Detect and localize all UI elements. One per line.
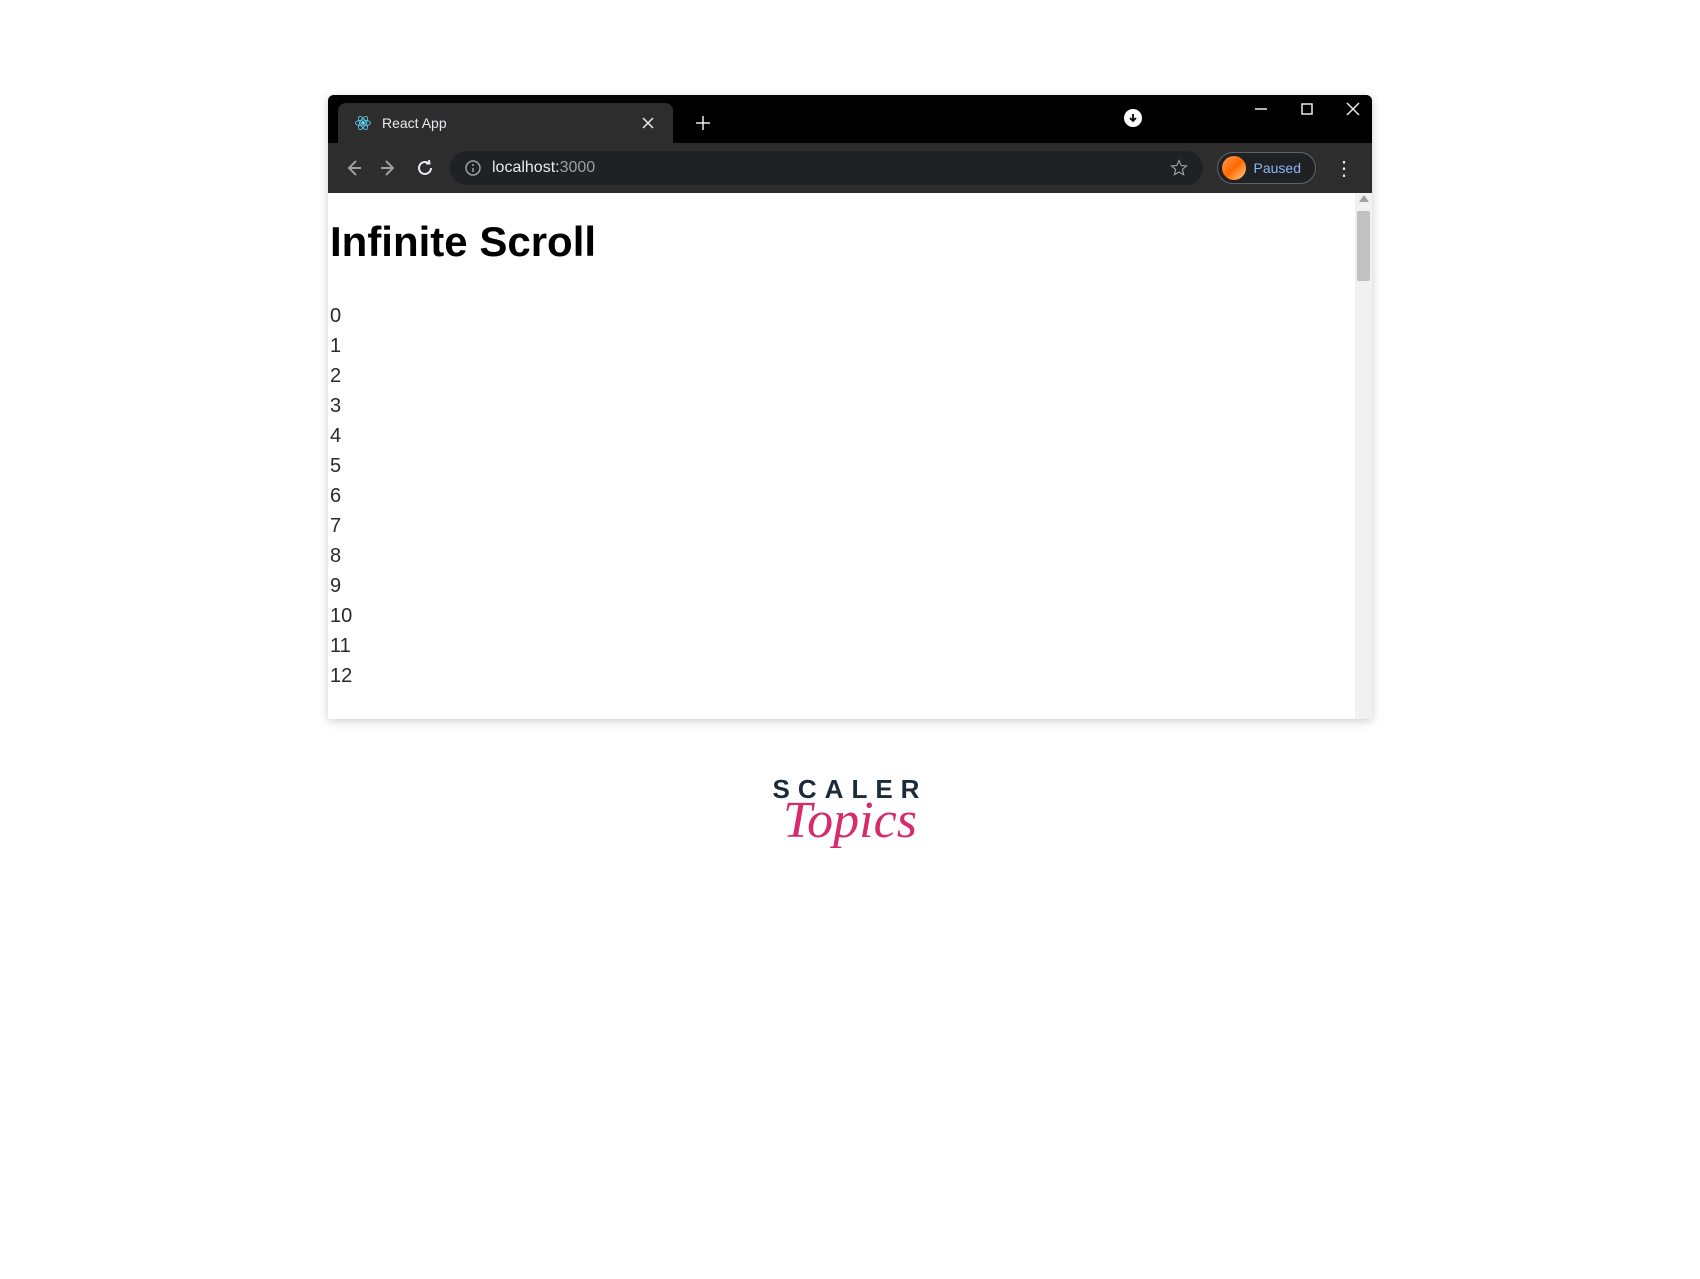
list-item: 1 [328,331,1355,361]
bookmark-star-icon[interactable] [1169,158,1189,178]
profile-chip[interactable]: Paused [1217,152,1316,184]
list-item: 5 [328,451,1355,481]
avatar [1222,156,1246,180]
list-item: 12 [328,661,1355,691]
list-item: 4 [328,421,1355,451]
maximize-icon[interactable] [1298,100,1316,118]
url-port: 3000 [560,159,596,176]
page-content: Infinite Scroll 0 1 2 3 4 5 6 7 8 9 10 1… [328,193,1355,719]
titlebar: React App [328,95,1372,143]
page-title: Infinite Scroll [328,218,1355,266]
address-bar[interactable]: localhost:3000 [450,151,1203,185]
close-window-icon[interactable] [1344,100,1362,118]
list-item: 0 [328,301,1355,331]
forward-icon[interactable] [378,157,400,179]
list-item: 8 [328,541,1355,571]
new-tab-button[interactable] [688,103,718,143]
tab-title: React App [382,115,629,131]
watermark-line2: Topics [773,791,928,850]
list-item: 7 [328,511,1355,541]
browser-window: React App [328,95,1372,719]
scroll-up-icon[interactable] [1359,195,1369,202]
list-item: 2 [328,361,1355,391]
url-text: localhost:3000 [492,159,595,177]
back-icon[interactable] [342,157,364,179]
tab-close-icon[interactable] [639,114,657,132]
watermark-logo: SCALER Topics [773,774,928,850]
react-favicon-icon [354,114,372,132]
list-item: 3 [328,391,1355,421]
browser-tab[interactable]: React App [338,103,673,143]
list-item: 9 [328,571,1355,601]
scrollbar[interactable] [1355,193,1372,719]
profile-label: Paused [1254,160,1301,176]
downloads-icon[interactable] [1124,109,1142,127]
site-info-icon[interactable] [464,159,482,177]
toolbar: localhost:3000 Paused ⋮ [328,143,1372,193]
minimize-icon[interactable] [1252,100,1270,118]
url-host: localhost: [492,159,560,176]
window-controls [1252,100,1362,118]
list-item: 6 [328,481,1355,511]
reload-icon[interactable] [414,157,436,179]
browser-menu-icon[interactable]: ⋮ [1330,156,1358,181]
list-item: 10 [328,601,1355,631]
content-area: Infinite Scroll 0 1 2 3 4 5 6 7 8 9 10 1… [328,193,1372,719]
list-item: 11 [328,631,1355,661]
scrollbar-thumb[interactable] [1357,211,1370,281]
